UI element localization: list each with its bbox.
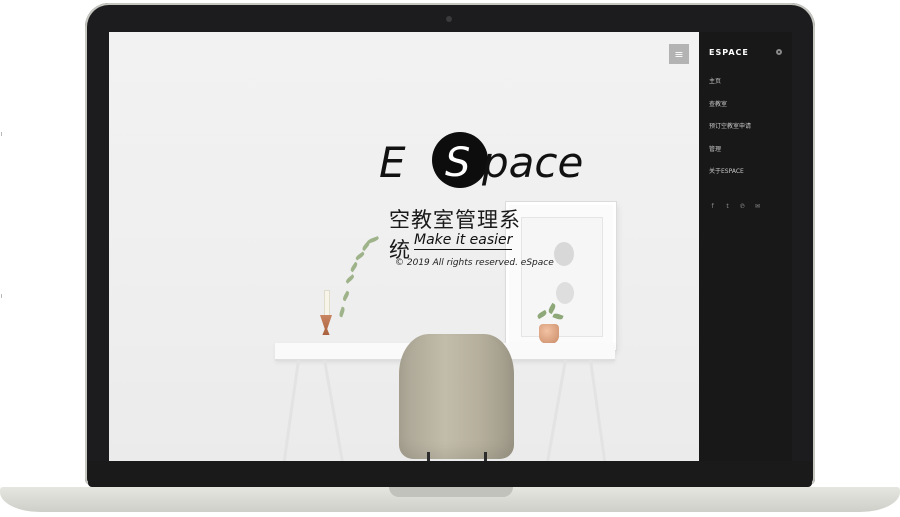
sidebar-item-home[interactable]: 主页: [709, 78, 751, 101]
logo-text: pace: [482, 138, 584, 187]
tick-mark: [1, 132, 2, 136]
desk-leg: [544, 359, 567, 461]
laptop-mockup: E S pace 空教室管理系统 Make it easier © 2019 A…: [0, 0, 900, 517]
tick-mark: [1, 294, 2, 298]
hero-section: E S pace 空教室管理系统 Make it easier © 2019 A…: [109, 32, 699, 461]
plant-leaf: [344, 274, 356, 284]
plant-leaf: [349, 261, 359, 273]
sidebar-item-book-classroom[interactable]: 预订空教室申请: [709, 123, 751, 146]
social-links: f t ℗ ✉: [709, 203, 761, 210]
logo-letter-s: S: [445, 140, 471, 186]
twitter-icon[interactable]: t: [724, 203, 731, 210]
gear-icon[interactable]: [776, 49, 782, 55]
laptop-chin: [88, 461, 812, 487]
sidebar-brand[interactable]: ESPACE: [709, 48, 749, 57]
plant-leaf: [366, 236, 380, 244]
candle: [324, 290, 330, 318]
tagline-link[interactable]: Make it easier: [414, 232, 513, 250]
mail-icon[interactable]: ✉: [754, 203, 761, 210]
camera-icon: [446, 16, 452, 22]
artwork-shape: [554, 242, 574, 266]
chair-leg: [427, 452, 430, 461]
desk-leg: [323, 359, 346, 461]
plant-leaf: [338, 306, 346, 318]
wooden-holder: [320, 315, 332, 335]
hamburger-icon[interactable]: ≡: [669, 44, 689, 64]
plant-leaf: [354, 251, 366, 261]
chair: [399, 334, 514, 459]
desk-leg: [281, 359, 300, 461]
artwork-shape: [556, 282, 574, 304]
screen: E S pace 空教室管理系统 Make it easier © 2019 A…: [109, 32, 792, 461]
laptop-notch: [389, 487, 513, 497]
copyright-text: © 2019 All rights reserved. eSpace: [395, 258, 554, 268]
sidebar-item-manage[interactable]: 管理: [709, 146, 751, 169]
facebook-icon[interactable]: f: [709, 203, 716, 210]
desk-leg: [589, 359, 608, 461]
plant-leaf: [341, 290, 351, 302]
sidebar-item-about[interactable]: 关于ESPACE: [709, 168, 751, 191]
chair-leg: [484, 452, 487, 461]
copper-pot: [539, 324, 559, 344]
sidebar: ESPACE 主页 查教室 预订空教室申请 管理 关于ESPACE f t ℗ …: [699, 32, 792, 461]
sidebar-item-search-classroom[interactable]: 查教室: [709, 101, 751, 124]
sidebar-nav: 主页 查教室 预订空教室申请 管理 关于ESPACE: [709, 78, 751, 191]
logo-letter-e: E: [379, 138, 406, 187]
pinterest-icon[interactable]: ℗: [739, 203, 746, 210]
